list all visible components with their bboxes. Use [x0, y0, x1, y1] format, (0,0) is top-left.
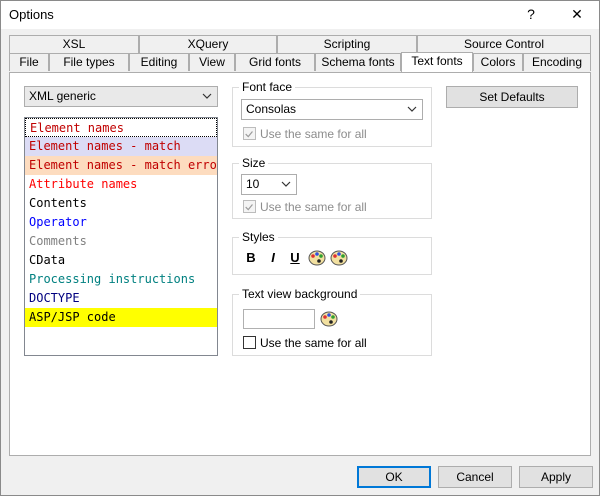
list-item[interactable]: ASP/JSP code	[25, 308, 217, 327]
size-value: 10	[246, 177, 260, 191]
palette-icon	[320, 311, 338, 327]
background-color-swatch	[243, 309, 315, 329]
tab-colors[interactable]: Colors	[473, 53, 523, 71]
styles-group: Styles B I U	[232, 230, 432, 275]
font-face-label: Font face	[239, 80, 296, 94]
element-list[interactable]: Element names Element names - match Elem…	[24, 117, 218, 356]
tab-encoding[interactable]: Encoding	[523, 53, 591, 71]
list-item[interactable]: Processing instructions	[25, 270, 217, 289]
list-item[interactable]: DOCTYPE	[25, 289, 217, 308]
size-same-for-all-label: Use the same for all	[260, 200, 367, 214]
tab-file-types[interactable]: File types	[49, 53, 129, 71]
list-item[interactable]: Element names	[25, 118, 217, 137]
list-item-label: Element names	[30, 121, 124, 135]
window-title: Options	[9, 7, 54, 22]
palette-icon	[330, 250, 348, 266]
styles-label: Styles	[239, 230, 278, 244]
tab-scripting[interactable]: Scripting	[277, 35, 417, 53]
font-face-same-for-all[interactable]: Use the same for all	[243, 126, 423, 142]
help-button[interactable]: ?	[517, 3, 545, 25]
list-item[interactable]: CData	[25, 251, 217, 270]
list-item[interactable]: Operator	[25, 213, 217, 232]
tab-schema-fonts[interactable]: Schema fonts	[315, 53, 401, 71]
text-view-background-label: Text view background	[239, 287, 361, 301]
apply-button[interactable]: Apply	[519, 466, 593, 488]
background-same-for-all[interactable]: Use the same for all	[243, 335, 423, 351]
tab-grid-fonts[interactable]: Grid fonts	[235, 53, 315, 71]
list-item-label: CData	[29, 253, 66, 267]
italic-button[interactable]: I	[263, 248, 283, 268]
background-picker-button[interactable]	[319, 309, 339, 329]
chevron-down-icon	[281, 181, 291, 187]
checkmark-icon	[245, 131, 253, 138]
list-item-label: Operator	[29, 215, 87, 229]
list-item[interactable]: Element names - match error	[25, 156, 217, 175]
underline-button[interactable]: U	[285, 248, 305, 268]
list-item-label: DOCTYPE	[29, 291, 80, 305]
text-color-button[interactable]	[307, 248, 327, 268]
background-color-button[interactable]	[329, 248, 349, 268]
size-group: Size 10 Use the same for all	[232, 156, 432, 219]
chevron-down-icon	[202, 93, 212, 99]
size-same-for-all[interactable]: Use the same for all	[243, 199, 423, 215]
tab-source-control[interactable]: Source Control	[417, 35, 591, 53]
tab-strip: XSL XQuery Scripting Source Control File…	[9, 35, 591, 73]
font-face-group: Font face Consolas Use the same for all	[232, 80, 432, 147]
list-item-label: Element names - match	[29, 139, 181, 153]
list-item-label: ASP/JSP code	[29, 310, 116, 324]
font-face-same-for-all-label: Use the same for all	[260, 127, 367, 141]
cancel-button[interactable]: Cancel	[438, 466, 512, 488]
list-item-label: Processing instructions	[29, 272, 196, 286]
checkmark-icon	[245, 204, 253, 211]
tab-xsl[interactable]: XSL	[9, 35, 139, 53]
font-face-value: Consolas	[246, 102, 297, 116]
background-same-for-all-label: Use the same for all	[260, 336, 367, 350]
tab-editing[interactable]: Editing	[129, 53, 189, 71]
list-item-label: Comments	[29, 234, 87, 248]
font-face-select[interactable]: Consolas	[241, 99, 423, 120]
size-select[interactable]: 10	[241, 174, 297, 195]
list-item[interactable]: Element names - match	[25, 137, 217, 156]
ok-button[interactable]: OK	[357, 466, 431, 488]
background-same-for-all-checkbox[interactable]	[243, 336, 256, 349]
palette-icon	[308, 250, 326, 266]
list-item[interactable]: Contents	[25, 194, 217, 213]
tab-file[interactable]: File	[9, 53, 49, 71]
tab-view[interactable]: View	[189, 53, 235, 71]
profile-select-value: XML generic	[29, 89, 96, 103]
list-item-label: Contents	[29, 196, 87, 210]
dialog-footer: OK Cancel Apply	[1, 457, 599, 495]
title-bar: Options ? ✕	[1, 1, 599, 29]
options-dialog: Options ? ✕ XSL XQuery Scripting Source …	[0, 0, 600, 496]
tab-xquery[interactable]: XQuery	[139, 35, 277, 53]
text-view-background-group: Text view background Use the same for al…	[232, 287, 432, 356]
list-item-label: Element names - match error	[29, 158, 217, 172]
text-fonts-panel: XML generic Element names Element names …	[9, 72, 591, 456]
chevron-down-icon	[407, 106, 417, 112]
close-button[interactable]: ✕	[563, 3, 591, 25]
list-item[interactable]: Comments	[25, 232, 217, 251]
set-defaults-button[interactable]: Set Defaults	[446, 86, 578, 108]
tab-text-fonts[interactable]: Text fonts	[401, 52, 473, 72]
list-item[interactable]: Attribute names	[25, 175, 217, 194]
bold-button[interactable]: B	[241, 248, 261, 268]
font-face-same-for-all-checkbox[interactable]	[243, 127, 256, 140]
list-item-label: Attribute names	[29, 177, 138, 191]
profile-select[interactable]: XML generic	[24, 86, 218, 107]
size-same-for-all-checkbox[interactable]	[243, 200, 256, 213]
size-label: Size	[239, 156, 269, 170]
